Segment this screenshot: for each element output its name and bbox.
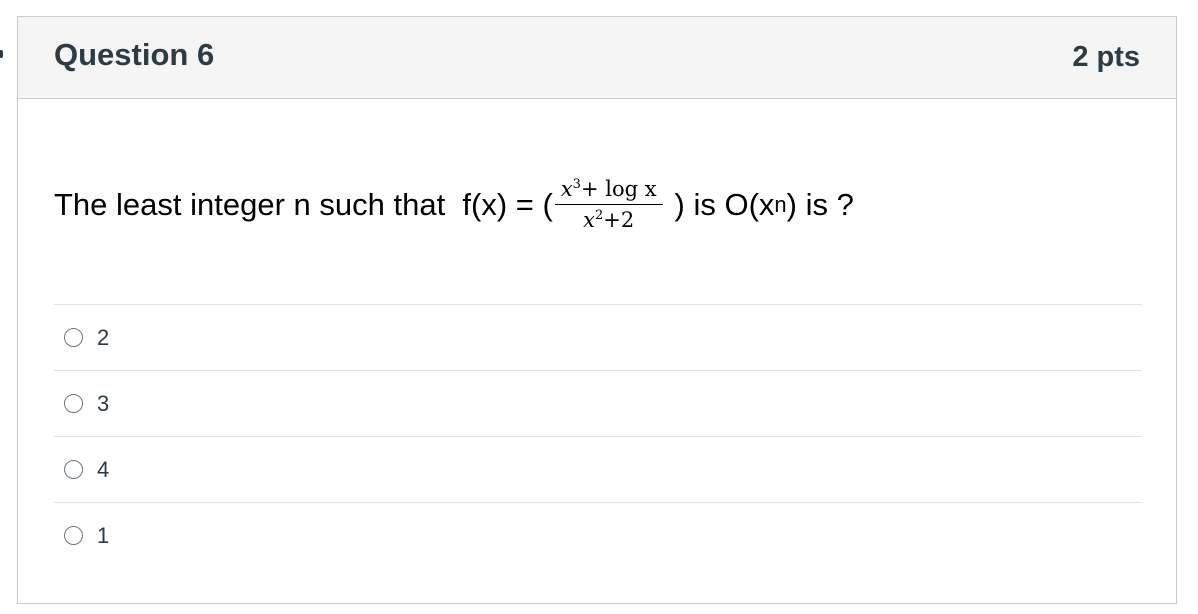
radio-button[interactable] (64, 394, 83, 413)
numerator-rest: + log x (580, 177, 657, 201)
question-header: Question 6 2 pts (18, 17, 1176, 99)
radio-button[interactable] (64, 328, 83, 347)
numerator-base: x (560, 177, 573, 201)
answer-label[interactable]: 1 (97, 523, 109, 549)
question-superscript: n (774, 191, 787, 217)
question-points: 2 pts (1072, 41, 1140, 73)
question-text: The least integer n such that f(x) = ( x… (54, 177, 854, 232)
page-edge-marker (0, 50, 3, 58)
answer-option[interactable]: 4 (54, 436, 1142, 502)
answer-option[interactable]: 3 (54, 370, 1142, 436)
question-card: Question 6 2 pts The least integer n suc… (17, 16, 1177, 604)
answer-label[interactable]: 2 (97, 325, 109, 351)
question-text-after-2: ) is ? (786, 186, 854, 222)
radio-button[interactable] (64, 526, 83, 545)
numerator-exponent: 3 (572, 177, 581, 192)
question-fraction: x3+ log x x2+2 (554, 177, 663, 232)
radio-button[interactable] (64, 460, 83, 479)
question-text-before: The least integer n such that f(x) = ( (54, 186, 553, 222)
fraction-numerator: x3+ log x (554, 177, 663, 205)
answer-label[interactable]: 3 (97, 391, 109, 417)
question-title: Question 6 (54, 37, 215, 72)
answer-label[interactable]: 4 (97, 457, 109, 483)
answer-list: 2 3 4 1 (54, 304, 1142, 568)
fraction-denominator: x2+2 (583, 205, 634, 232)
question-text-after-1: ) is O(x (674, 186, 775, 222)
denominator-rest: +2 (603, 208, 635, 232)
answer-option[interactable]: 2 (54, 304, 1142, 370)
answer-option[interactable]: 1 (54, 502, 1142, 568)
denominator-base: x (583, 208, 595, 232)
